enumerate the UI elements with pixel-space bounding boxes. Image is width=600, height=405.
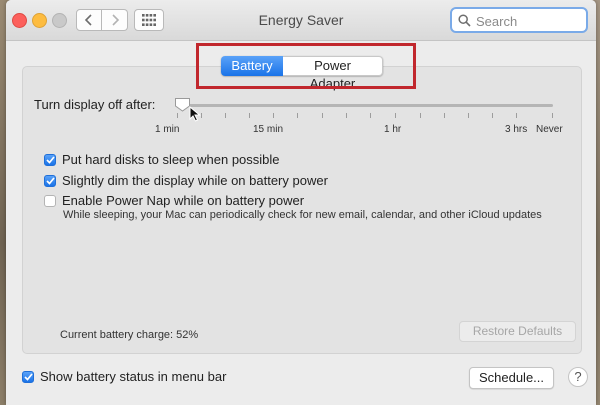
slider-tick xyxy=(346,113,347,118)
close-button[interactable] xyxy=(12,13,27,28)
power-nap-option[interactable]: Enable Power Nap while on battery power xyxy=(44,193,304,208)
dim-display-option[interactable]: Slightly dim the display while on batter… xyxy=(44,173,328,188)
battery-charge-status: Current battery charge: 52% xyxy=(60,329,199,341)
power-source-tabs: Battery Power Adapter xyxy=(221,56,383,91)
dim-display-label: Slightly dim the display while on batter… xyxy=(62,173,328,188)
display-sleep-label: Turn display off after: xyxy=(34,97,156,112)
slider-tick xyxy=(322,113,323,118)
mouse-cursor-icon xyxy=(189,106,201,122)
search-input[interactable] xyxy=(474,11,586,31)
window-title: Energy Saver xyxy=(258,12,344,28)
forward-button[interactable] xyxy=(102,9,128,31)
slider-tick-label: 3 hrs xyxy=(505,124,528,135)
slider-tick xyxy=(516,113,517,118)
hard-disk-sleep-label: Put hard disks to sleep when possible xyxy=(62,152,280,167)
tab-battery[interactable]: Battery xyxy=(221,56,283,76)
minimize-button[interactable] xyxy=(32,13,47,28)
zoom-button[interactable] xyxy=(52,13,67,28)
checkmark-icon xyxy=(45,155,55,164)
slider-tick-label: 15 min xyxy=(253,124,284,135)
search-field[interactable] xyxy=(450,7,588,33)
checkmark-icon xyxy=(23,372,33,381)
power-nap-checkbox[interactable] xyxy=(44,194,56,207)
slider-tick xyxy=(444,113,445,118)
chevron-right-icon xyxy=(111,14,119,26)
dim-display-checkbox[interactable] xyxy=(44,174,56,187)
menu-bar-status-checkbox[interactable] xyxy=(22,370,34,383)
slider-tick xyxy=(370,113,371,118)
slider-tick xyxy=(297,113,298,118)
power-nap-label: Enable Power Nap while on battery power xyxy=(62,193,305,208)
slider-tick xyxy=(201,113,202,118)
slider-tick xyxy=(177,113,178,118)
menu-bar-status-option[interactable]: Show battery status in menu bar xyxy=(22,369,226,384)
search-icon xyxy=(458,14,471,27)
slider-tick xyxy=(468,113,469,118)
back-button[interactable] xyxy=(76,9,102,31)
slider-tick xyxy=(395,113,396,118)
tab-power-adapter[interactable]: Power Adapter xyxy=(283,56,383,91)
menu-bar-status-label: Show battery status in menu bar xyxy=(40,369,227,384)
energy-saver-window: Energy Saver Battery Power Adapter Turn … xyxy=(6,0,596,405)
chevron-left-icon xyxy=(84,14,92,26)
slider-tick xyxy=(273,113,274,118)
grid-icon xyxy=(142,14,156,26)
slider-tick xyxy=(552,113,553,118)
slider-tick-label: 1 hr xyxy=(384,124,402,135)
slider-tick-label: 1 min xyxy=(155,124,180,135)
help-button[interactable]: ? xyxy=(568,367,588,387)
schedule-button[interactable]: Schedule... xyxy=(469,367,554,389)
hard-disk-sleep-checkbox[interactable] xyxy=(44,153,56,166)
slider-tick xyxy=(492,113,493,118)
display-sleep-slider-track[interactable] xyxy=(177,104,553,107)
hard-disk-sleep-option[interactable]: Put hard disks to sleep when possible xyxy=(44,152,280,167)
slider-tick-label: Never xyxy=(536,124,563,135)
slider-tick xyxy=(420,113,421,118)
show-all-button[interactable] xyxy=(134,9,164,31)
checkmark-icon xyxy=(45,176,55,185)
restore-defaults-button[interactable]: Restore Defaults xyxy=(459,321,576,342)
slider-tick xyxy=(249,113,250,118)
titlebar: Energy Saver xyxy=(6,0,596,41)
power-nap-description: While sleeping, your Mac can periodicall… xyxy=(63,209,542,221)
nav-buttons xyxy=(76,9,128,31)
slider-tick xyxy=(225,113,226,118)
